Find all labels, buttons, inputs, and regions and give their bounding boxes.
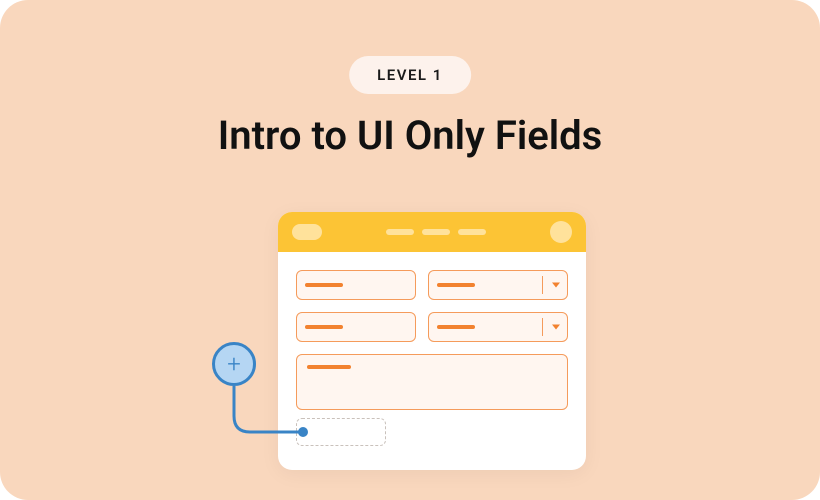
titlebar-center — [322, 229, 550, 235]
chevron-down-icon — [552, 325, 560, 330]
placeholder-line — [305, 283, 343, 287]
connector-end-dot — [298, 427, 308, 437]
placeholder-line — [437, 325, 475, 329]
form-area — [278, 252, 586, 410]
window-titlebar — [278, 212, 586, 252]
text-input-field — [296, 312, 416, 342]
placeholder-line — [305, 325, 343, 329]
form-row — [296, 270, 568, 300]
level-badge: LEVEL 1 — [349, 56, 471, 94]
new-field-placeholder-slot — [296, 418, 386, 446]
dropdown-field — [428, 270, 568, 300]
textarea-field — [296, 354, 568, 410]
placeholder-line — [307, 365, 351, 369]
titlebar-right-dot — [550, 221, 572, 243]
text-input-field — [296, 270, 416, 300]
course-card: LEVEL 1 Intro to UI Only Fields — [0, 0, 820, 500]
dropdown-field — [428, 312, 568, 342]
level-badge-label: LEVEL 1 — [377, 66, 443, 84]
placeholder-line — [437, 283, 475, 287]
titlebar-tab — [386, 229, 414, 235]
form-row — [296, 312, 568, 342]
titlebar-tab — [422, 229, 450, 235]
add-field-button[interactable]: + — [212, 342, 256, 386]
course-title: Intro to UI Only Fields — [0, 112, 820, 159]
titlebar-left-pill — [292, 224, 322, 240]
titlebar-tab — [458, 229, 486, 235]
chevron-down-icon — [552, 283, 560, 288]
plus-icon: + — [227, 352, 241, 376]
